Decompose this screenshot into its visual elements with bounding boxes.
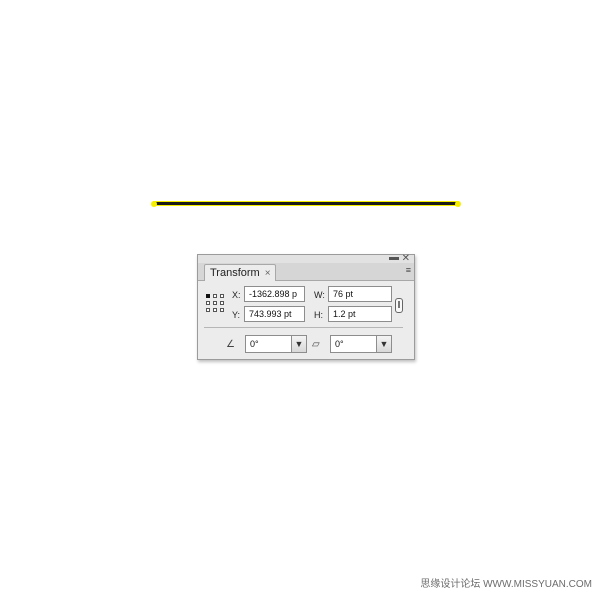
minimize-icon[interactable]: ▬ [389,253,399,263]
reference-point-grid[interactable] [206,294,224,312]
x-input[interactable]: -1362.898 p [244,286,305,302]
shear-angle-icon: ⏥ [312,339,320,350]
w-label: W: [314,290,325,300]
panel-divider [204,327,403,328]
transform-panel: ▬ ✕ Transform × ≡ X: -1362.898 p W: 76 p… [197,253,415,360]
y-input[interactable]: 743.993 pt [244,306,305,322]
panel-menu-icon[interactable]: ≡ [406,266,411,275]
line-end-anchor[interactable] [455,201,461,207]
tab-close-icon[interactable]: × [265,268,271,279]
line-start-anchor[interactable] [151,201,157,207]
constrain-proportions-link-icon[interactable] [395,298,403,313]
w-input[interactable]: 76 pt [328,286,392,302]
ref-point-bottom-right[interactable] [220,308,224,312]
watermark-text: 思缘设计论坛 WWW.MISSYUAN.COM [420,579,592,590]
rotate-value: 0° [250,339,259,349]
panel-title-bar: ▬ ✕ [198,253,414,264]
ref-point-top-left[interactable] [206,294,210,298]
transform-tab-label: Transform [210,267,260,279]
ref-point-middle-right[interactable] [220,301,224,305]
rotate-dropdown-icon[interactable]: ▼ [291,336,306,352]
shear-dropdown-icon[interactable]: ▼ [376,336,391,352]
ref-point-middle-center[interactable] [213,301,217,305]
rotate-angle-icon: ∠ [226,339,235,350]
ref-point-middle-left[interactable] [206,301,210,305]
ref-point-top-right[interactable] [220,294,224,298]
shear-value: 0° [335,339,344,349]
ref-point-bottom-left[interactable] [206,308,210,312]
selected-line[interactable] [154,202,458,205]
ref-point-bottom-center[interactable] [213,308,217,312]
rotate-select[interactable]: 0° ▼ [245,335,307,353]
x-label: X: [232,290,241,300]
panel-tabbar: Transform × ≡ [198,263,414,281]
ref-point-top-center[interactable] [213,294,217,298]
h-label: H: [314,310,323,320]
transform-tab[interactable]: Transform × [204,264,276,281]
h-input[interactable]: 1.2 pt [328,306,392,322]
shear-select[interactable]: 0° ▼ [330,335,392,353]
y-label: Y: [232,310,241,320]
